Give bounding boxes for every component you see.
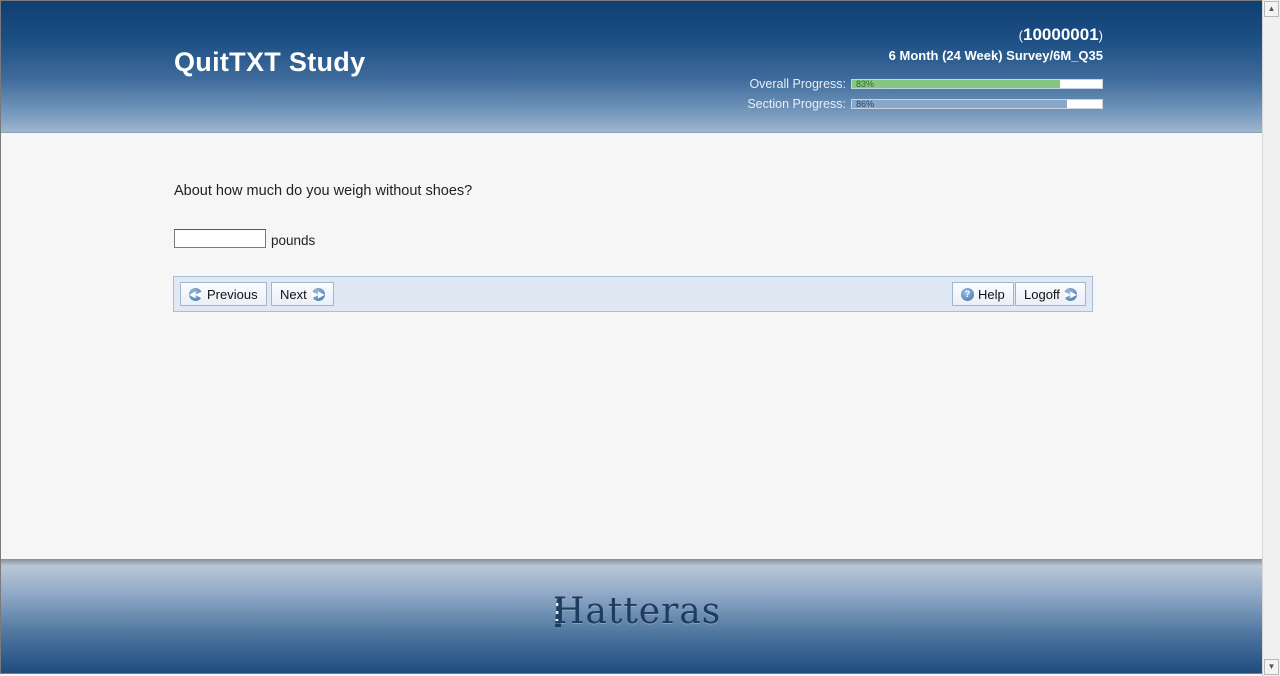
paren-close: ) bbox=[1098, 28, 1103, 43]
logoff-label: Logoff bbox=[1024, 286, 1060, 302]
overall-progress-fill bbox=[852, 80, 1060, 88]
fast-forward-icon: ▶▶ bbox=[311, 287, 325, 301]
overall-progress-label: Overall Progress: bbox=[749, 77, 846, 91]
help-label: Help bbox=[978, 286, 1005, 302]
section-progress-bar: 86% bbox=[851, 99, 1103, 109]
previous-label: Previous bbox=[207, 286, 258, 302]
overall-progress-percent: 83% bbox=[856, 79, 875, 89]
participant-id: (10000001) bbox=[1019, 25, 1103, 45]
unit-label: pounds bbox=[271, 233, 316, 248]
question-text: About how much do you weigh without shoe… bbox=[174, 183, 473, 199]
section-progress: Section Progress: 86% bbox=[747, 97, 1103, 111]
previous-button[interactable]: ◀◀ Previous bbox=[180, 282, 267, 306]
section-progress-percent: 86% bbox=[856, 99, 875, 109]
browser-content: QuitTXT Study (10000001) 6 Month (24 Wee… bbox=[0, 0, 1262, 674]
hatteras-logo: Hatteras bbox=[553, 591, 722, 632]
rewind-icon: ◀◀ bbox=[189, 287, 202, 301]
vertical-scrollbar[interactable]: ▲ ▼ bbox=[1262, 0, 1280, 676]
participant-id-value: 10000001 bbox=[1023, 25, 1099, 44]
next-button[interactable]: Next ▶▶ bbox=[271, 282, 334, 306]
navigation-bar: ◀◀ Previous Next ▶▶ ? Help Logoff ▶▶ bbox=[173, 276, 1093, 312]
header: QuitTXT Study (10000001) 6 Month (24 Wee… bbox=[1, 1, 1262, 133]
section-progress-label: Section Progress: bbox=[747, 97, 846, 111]
help-button[interactable]: ? Help bbox=[952, 282, 1014, 306]
overall-progress-bar: 83% bbox=[851, 79, 1103, 89]
weight-input[interactable] bbox=[174, 229, 266, 248]
section-progress-fill bbox=[852, 100, 1067, 108]
survey-path: 6 Month (24 Week) Survey/6M_Q35 bbox=[888, 48, 1103, 63]
logoff-button[interactable]: Logoff ▶▶ bbox=[1015, 282, 1086, 306]
help-icon: ? bbox=[961, 287, 974, 301]
scroll-up-button[interactable]: ▲ bbox=[1264, 1, 1279, 17]
app-title: QuitTXT Study bbox=[174, 47, 366, 77]
scroll-down-button[interactable]: ▼ bbox=[1264, 659, 1279, 675]
overall-progress: Overall Progress: 83% bbox=[749, 77, 1103, 91]
next-label: Next bbox=[280, 286, 307, 302]
fast-forward-icon: ▶▶ bbox=[1063, 287, 1077, 301]
